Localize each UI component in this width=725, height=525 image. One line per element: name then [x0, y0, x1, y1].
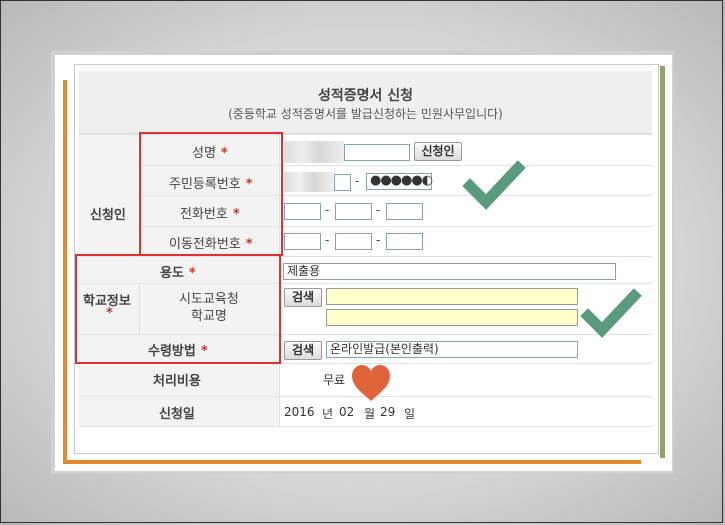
school-highlight-box — [75, 254, 281, 364]
receipt-method-input[interactable]: 온라인발급(본인출력) — [326, 341, 578, 358]
applicant-button[interactable]: 신청인 — [414, 142, 462, 161]
checkmark-icon — [580, 288, 642, 338]
applicant-section-label: 신청인 — [90, 208, 126, 223]
fee-label: 처리비용 — [153, 374, 201, 389]
school-name-input[interactable] — [326, 309, 578, 326]
date-day: 29 — [380, 405, 396, 419]
date-month: 02 — [339, 405, 355, 419]
mobile-input-3[interactable] — [386, 233, 423, 250]
grid-line — [79, 426, 652, 427]
mobile-input-2[interactable] — [335, 233, 372, 250]
school-search-button[interactable]: 검색 — [284, 288, 322, 307]
phone-input-2[interactable] — [335, 203, 372, 220]
checkmark-icon — [462, 160, 526, 210]
rrn-back-input[interactable]: ●●●●●◐ — [366, 173, 433, 190]
name-blurred — [284, 141, 344, 163]
decor-orange-left — [63, 80, 67, 464]
form-subtitle: (중등학교 성적증명서를 발급신청하는 민원사무입니다) — [228, 107, 503, 121]
heart-icon — [352, 365, 390, 401]
fee-value: 무료 — [323, 373, 346, 387]
mobile-input-1[interactable] — [284, 233, 321, 250]
purpose-input[interactable]: 제출용 — [283, 263, 616, 280]
form-header: 성적증명서 신청 (중등학교 성적증명서를 발급신청하는 민원사무입니다) — [79, 71, 652, 134]
date-year: 2016 — [284, 405, 315, 419]
name-input[interactable] — [344, 144, 410, 161]
date-label: 신청일 — [159, 407, 195, 422]
phone-input-3[interactable] — [386, 203, 423, 220]
phone-dash-1: - — [325, 203, 330, 217]
rrn-dash: - — [355, 174, 360, 188]
decor-orange-bottom — [63, 460, 641, 464]
mobile-dash-2: - — [376, 233, 381, 247]
decor-green-right — [660, 66, 665, 458]
applicant-highlight-box — [139, 132, 283, 256]
phone-input-1[interactable] — [284, 203, 321, 220]
applicant-section-cell — [79, 134, 139, 256]
form-title: 성적증명서 신청 — [317, 88, 414, 104]
date-month-unit: 월 — [364, 407, 376, 421]
rrn-front-blurred — [284, 172, 334, 192]
receipt-search-button[interactable]: 검색 — [284, 341, 322, 360]
date-day-unit: 일 — [404, 407, 416, 421]
phone-dash-2: - — [376, 203, 381, 217]
mobile-dash-1: - — [325, 233, 330, 247]
date-year-unit: 년 — [322, 407, 334, 421]
education-office-input[interactable] — [326, 288, 578, 305]
rrn-front-input[interactable] — [334, 174, 351, 191]
